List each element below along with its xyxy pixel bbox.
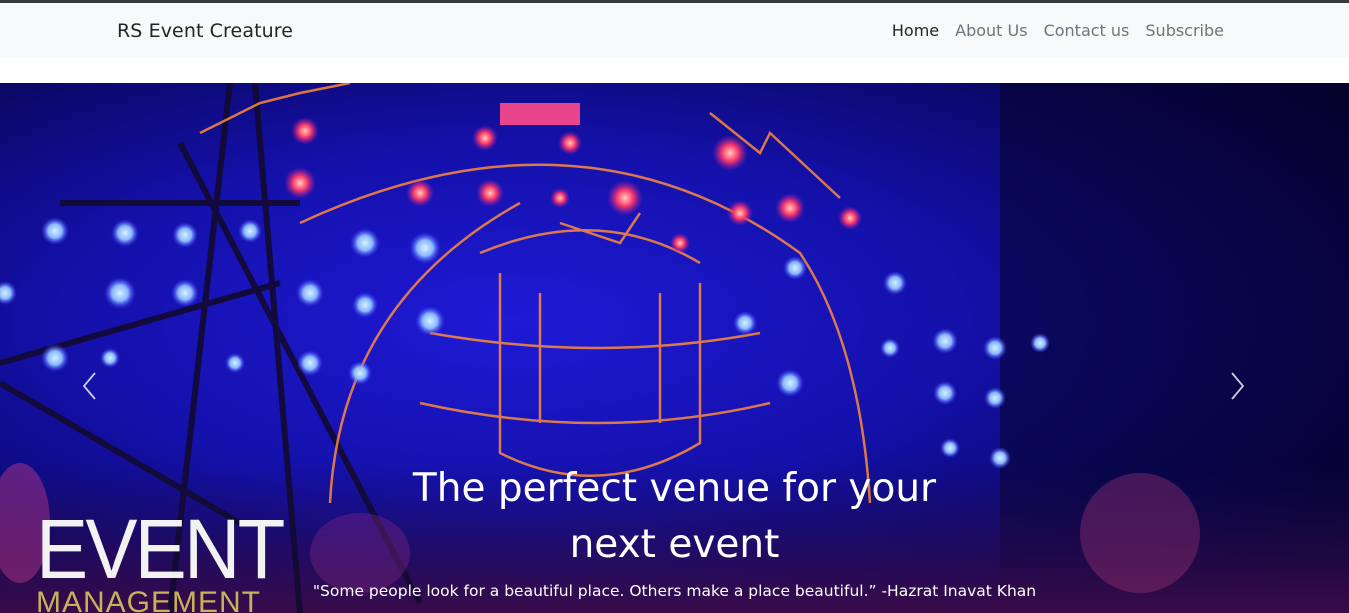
caption-title: The perfect venue for your next event xyxy=(412,466,937,567)
nav-link-contact-us[interactable]: Contact us xyxy=(1044,21,1130,40)
brand-logo[interactable]: RS Event Creature xyxy=(117,20,293,42)
nav-link-subscribe[interactable]: Subscribe xyxy=(1145,21,1224,40)
carousel-prev-button[interactable] xyxy=(80,371,120,401)
nav-link-about-us[interactable]: About Us xyxy=(955,21,1027,40)
navbar: RS Event Creature Home About Us Contact … xyxy=(0,3,1349,58)
nav-link-home[interactable]: Home xyxy=(892,21,939,40)
caption-quote: "Some people look for a beautiful place.… xyxy=(312,582,1037,600)
chevron-left-icon xyxy=(82,372,96,400)
chevron-right-icon xyxy=(1231,372,1245,400)
hero-carousel: EVENT MANAGEMENT The perfect venue for y… xyxy=(0,83,1349,613)
nav-links: Home About Us Contact us Subscribe xyxy=(892,21,1224,40)
carousel-caption: The perfect venue for your next event "S… xyxy=(0,461,1349,601)
carousel-next-button[interactable] xyxy=(1227,371,1267,401)
